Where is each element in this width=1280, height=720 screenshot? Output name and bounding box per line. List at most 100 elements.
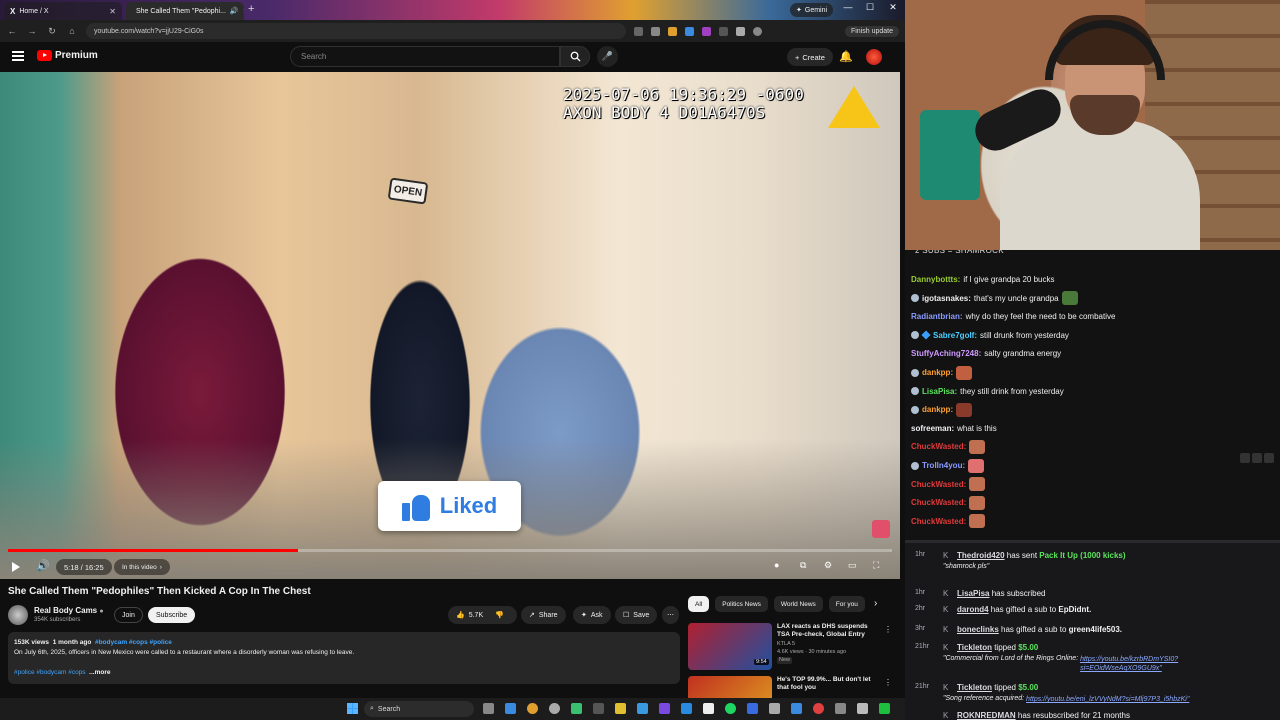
- more-vertical-icon[interactable]: ⋮: [884, 678, 892, 687]
- app-icon[interactable]: [659, 703, 670, 714]
- chat-username[interactable]: dankpp:: [922, 368, 953, 377]
- spotify-icon[interactable]: [725, 703, 736, 714]
- event-username[interactable]: Tickleton: [957, 643, 992, 652]
- app-icon[interactable]: [549, 703, 560, 714]
- close-tab-icon[interactable]: ✕: [109, 7, 116, 16]
- reply-icon[interactable]: [1240, 453, 1250, 463]
- chat-username[interactable]: sofreeman:: [911, 424, 954, 433]
- join-button[interactable]: Join: [114, 607, 143, 623]
- like-button[interactable]: 👍 5.7K 👎: [448, 606, 517, 624]
- finish-update-button[interactable]: Finish update: [844, 25, 899, 37]
- event-username[interactable]: darond4: [957, 605, 989, 614]
- chat-username[interactable]: Dannybottts:: [911, 275, 960, 284]
- chat-username[interactable]: LisaPisa:: [922, 387, 957, 396]
- fullscreen-icon[interactable]: ⛶: [873, 560, 879, 571]
- app-icon[interactable]: [879, 703, 890, 714]
- youtube-logo[interactable]: Premium: [37, 50, 98, 61]
- subscribe-button[interactable]: Subscribe: [148, 607, 196, 623]
- tab-home-x[interactable]: X Home / X ✕: [4, 2, 122, 20]
- app-icon[interactable]: [769, 703, 780, 714]
- recommendation-item[interactable]: He's TOP 99.9%... But don't let that foo…: [688, 676, 893, 698]
- show-more-link[interactable]: ...more: [89, 669, 110, 676]
- chevron-right-icon[interactable]: ›: [874, 598, 877, 609]
- chapter-button[interactable]: In this video ›: [114, 559, 170, 575]
- install-icon[interactable]: [634, 26, 643, 36]
- app-icon[interactable]: [571, 703, 582, 714]
- menu-icon[interactable]: [12, 51, 24, 61]
- extension-icon[interactable]: [719, 26, 728, 36]
- event-username[interactable]: Tickleton: [957, 683, 992, 692]
- event-link[interactable]: https://youtu.be/eni_lzVVyNdM?si=Mlj97P3…: [1026, 695, 1189, 704]
- reload-icon[interactable]: ↻: [46, 26, 58, 37]
- save-button[interactable]: ☐ Save: [615, 606, 658, 624]
- app-icon[interactable]: [747, 703, 758, 714]
- video-thumbnail[interactable]: [688, 676, 772, 698]
- chat-username[interactable]: ChuckWasted:: [911, 517, 966, 526]
- chat-username[interactable]: Radiantbrian:: [911, 312, 963, 321]
- profile-icon[interactable]: [753, 26, 762, 36]
- channel-watermark[interactable]: [872, 520, 890, 538]
- event-username[interactable]: boneclinks: [957, 625, 999, 634]
- more-actions-button[interactable]: ⋯: [662, 606, 679, 624]
- bookmark-star-icon[interactable]: [651, 26, 660, 36]
- description-box[interactable]: 153K views 1 month ago #bodycam #cops #p…: [8, 632, 680, 684]
- maximize-icon[interactable]: ☐: [862, 2, 878, 13]
- app-icon[interactable]: [681, 703, 692, 714]
- taskbar-search[interactable]: ⌕ Search: [364, 701, 474, 717]
- extension-icon[interactable]: [668, 26, 677, 36]
- extension-icon[interactable]: [685, 26, 694, 36]
- file-explorer-icon[interactable]: [615, 703, 626, 714]
- chat-username[interactable]: ChuckWasted:: [911, 442, 966, 451]
- new-tab-button[interactable]: +: [248, 3, 254, 15]
- edge-icon[interactable]: [505, 703, 516, 714]
- gemini-button[interactable]: ✦ Gemini: [790, 3, 834, 17]
- tab-youtube[interactable]: She Called Them "Pedophi... 🔊 ✕: [126, 2, 244, 20]
- chat-username[interactable]: dankpp:: [922, 405, 953, 414]
- event-username[interactable]: Thedroid420: [957, 551, 1005, 560]
- settings-gear-icon[interactable]: ⚙: [824, 560, 832, 571]
- more-icon[interactable]: [1264, 453, 1274, 463]
- more-vertical-icon[interactable]: ⋮: [884, 625, 892, 634]
- recommendation-title[interactable]: LAX reacts as DHS suspends TSA Pre-check…: [777, 623, 877, 639]
- close-window-icon[interactable]: ✕: [885, 2, 901, 13]
- search-button[interactable]: [560, 46, 590, 67]
- windows-start-icon[interactable]: [347, 703, 358, 714]
- account-avatar[interactable]: [866, 49, 882, 65]
- chat-username[interactable]: Trolln4you:: [922, 461, 965, 470]
- miniplayer-icon[interactable]: ▭: [848, 560, 857, 571]
- extension-icon[interactable]: [702, 26, 711, 36]
- extensions-puzzle-icon[interactable]: [736, 26, 745, 36]
- notifications-bell-icon[interactable]: 🔔: [839, 50, 853, 63]
- app-icon[interactable]: [703, 703, 714, 714]
- chip-politics-news[interactable]: Politics News: [715, 596, 768, 612]
- video-player[interactable]: 2025-07-06 19:36:29 -0600 AXON BODY 4 D0…: [0, 72, 900, 579]
- captions-icon[interactable]: ⧉: [800, 560, 806, 571]
- app-icon[interactable]: [835, 703, 846, 714]
- channel-name[interactable]: Real Body Cams ●: [34, 606, 104, 615]
- app-icon[interactable]: [857, 703, 868, 714]
- thumbs-down-icon[interactable]: 👎: [495, 611, 504, 619]
- hashtags[interactable]: #bodycam #cops #police: [95, 639, 172, 646]
- create-button[interactable]: + Create: [787, 48, 833, 66]
- recommendation-title[interactable]: He's TOP 99.9%... But don't let that foo…: [777, 676, 877, 692]
- share-button[interactable]: ↗ Share: [521, 606, 566, 624]
- forward-icon[interactable]: →: [26, 26, 38, 36]
- chat-username[interactable]: ChuckWasted:: [911, 480, 966, 489]
- task-view-icon[interactable]: [483, 703, 494, 714]
- chat-username[interactable]: igotasnakes:: [922, 294, 971, 303]
- chip-world-news[interactable]: World News: [773, 596, 823, 612]
- volume-icon[interactable]: 🔊: [36, 559, 50, 572]
- chat-username[interactable]: StuffyAching7248:: [911, 349, 981, 358]
- search-input[interactable]: Search: [290, 46, 560, 67]
- url-field[interactable]: youtube.com/watch?v=jjU29-CiG0s: [86, 23, 626, 39]
- close-tab-icon[interactable]: ✕: [243, 7, 244, 16]
- ask-button[interactable]: ✦ Ask: [573, 606, 611, 624]
- back-icon[interactable]: ←: [6, 26, 18, 36]
- event-link[interactable]: https://youtu.be/kzrbRDmYSI0?si=EOidWseA…: [1080, 655, 1250, 673]
- chat-username[interactable]: Sabre7golf:: [933, 331, 977, 340]
- pin-icon[interactable]: [1252, 453, 1262, 463]
- app-icon[interactable]: [637, 703, 648, 714]
- progress-bar[interactable]: [8, 549, 892, 552]
- chat-username[interactable]: ChuckWasted:: [911, 498, 966, 507]
- app-icon[interactable]: [813, 703, 824, 714]
